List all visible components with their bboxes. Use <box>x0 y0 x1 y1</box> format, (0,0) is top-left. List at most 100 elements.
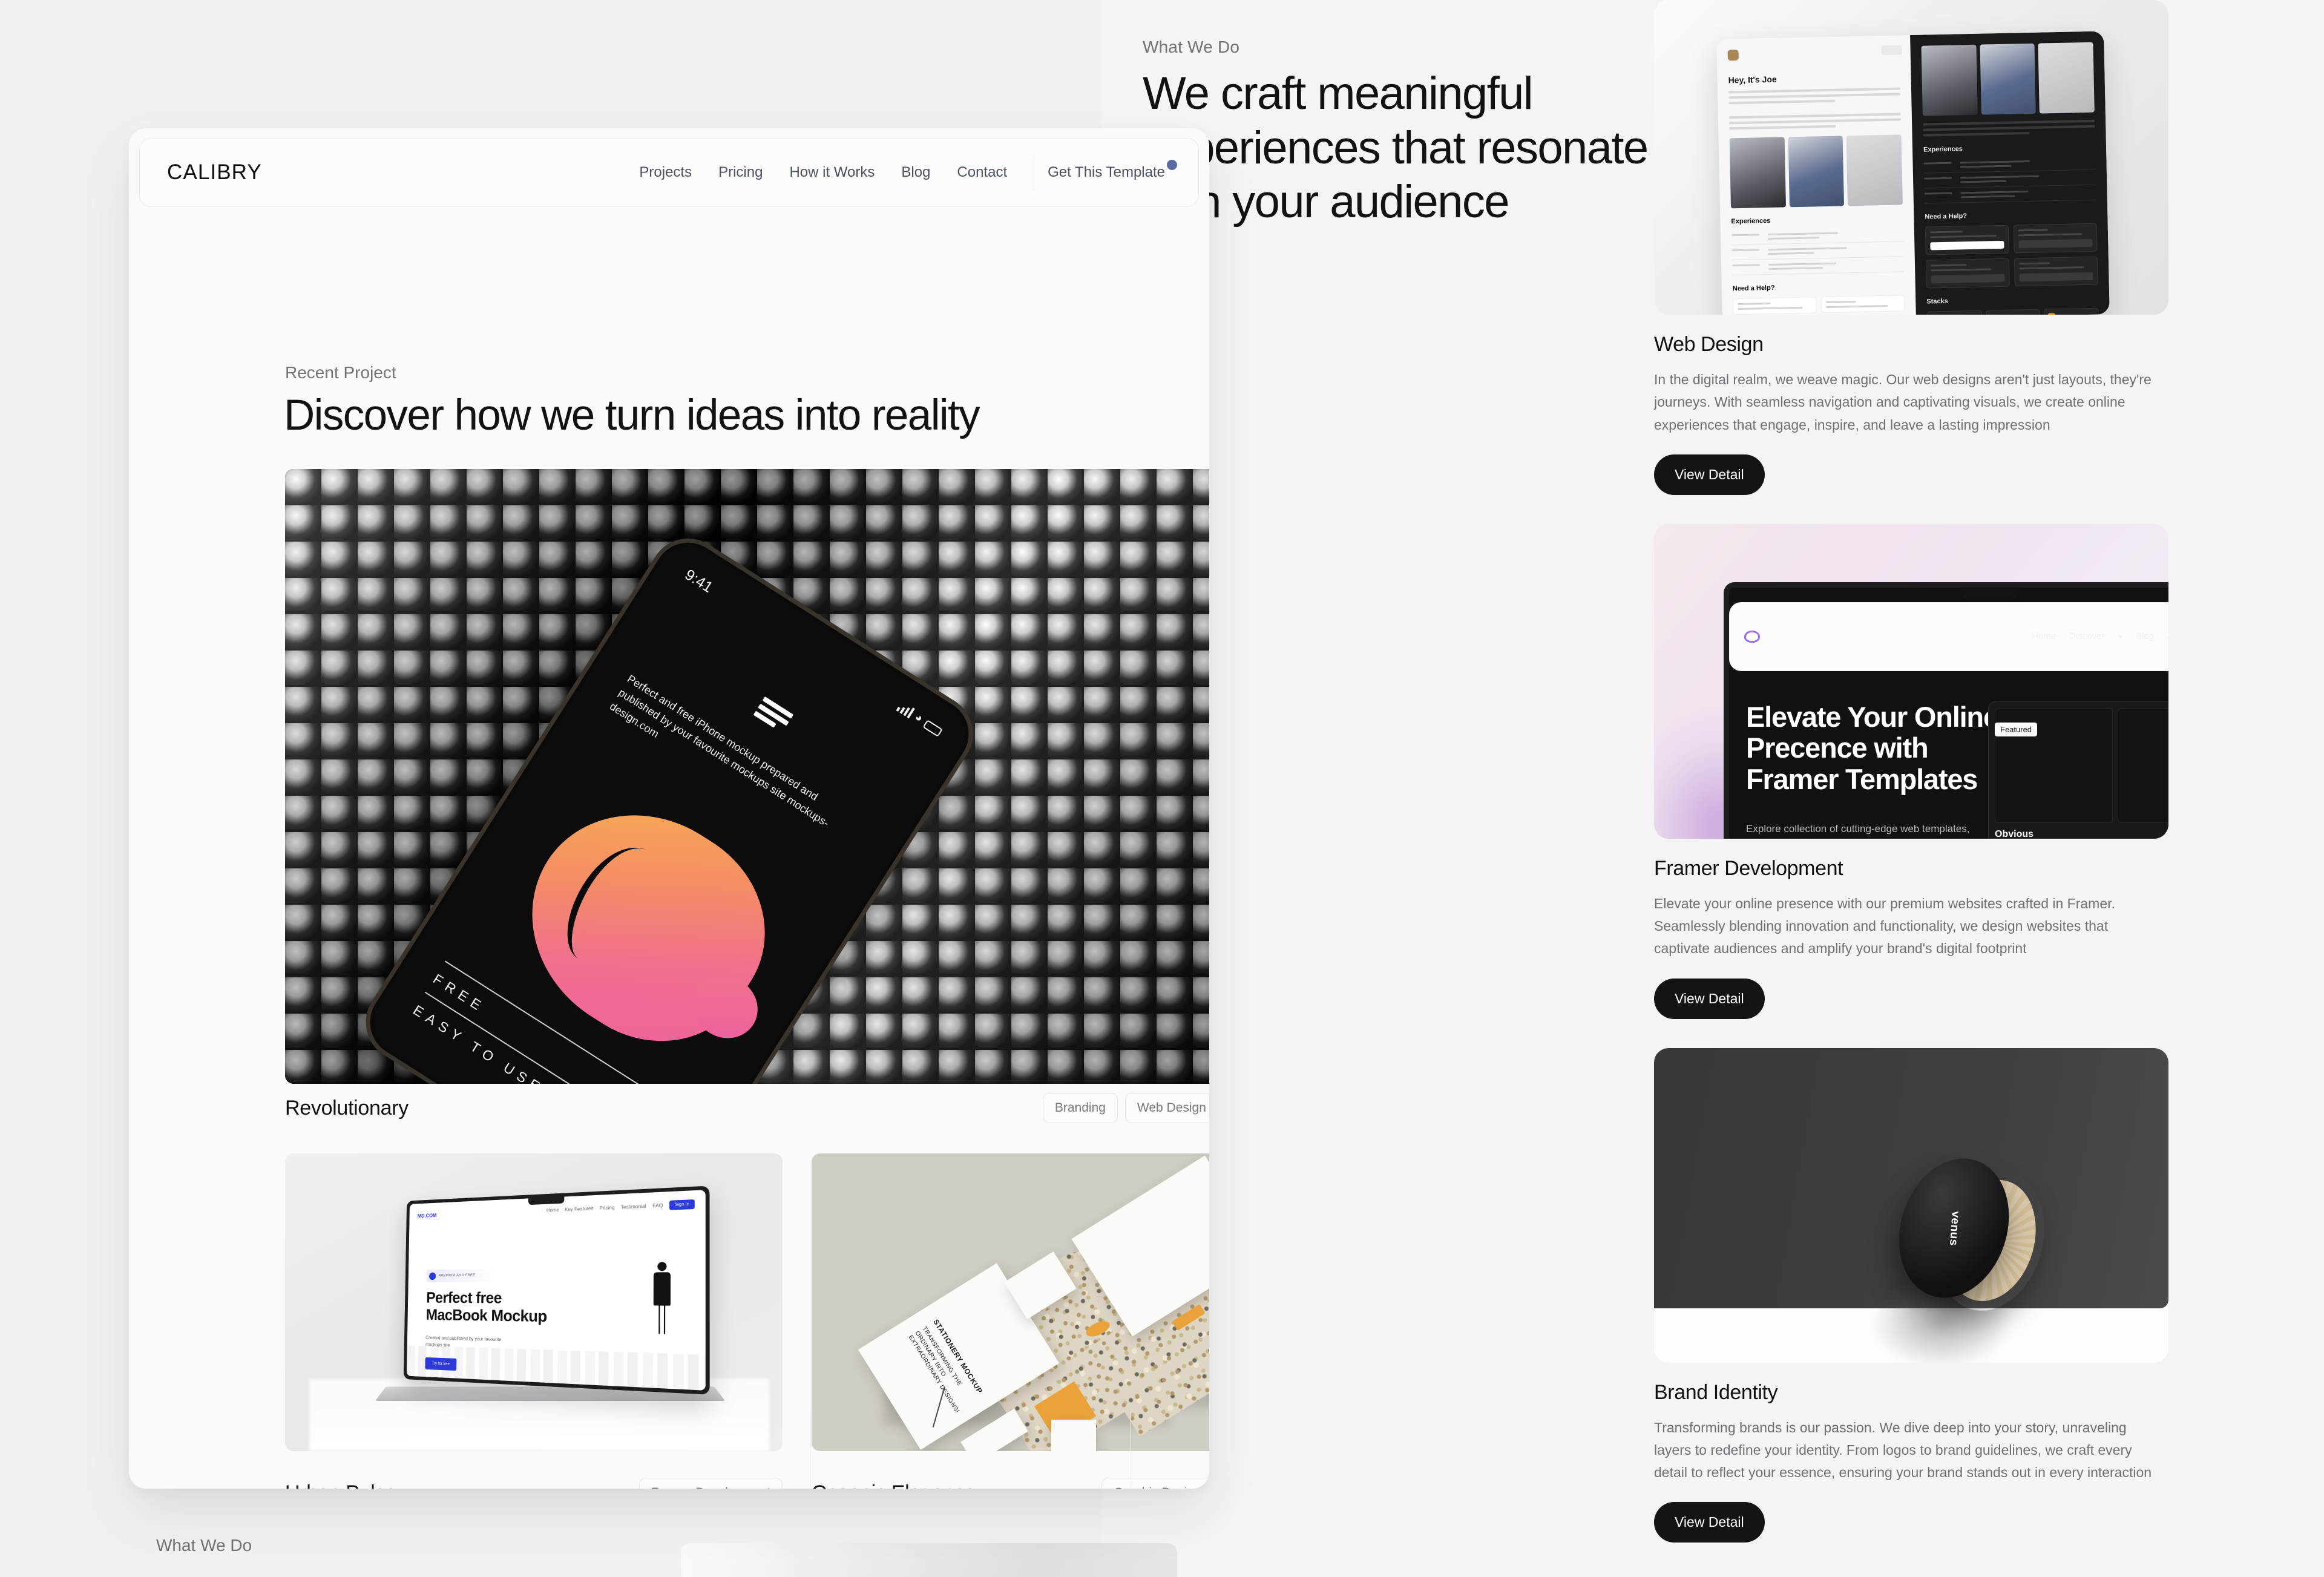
mockup-navbar: Home Discover ▾ Blog About Contact <box>1729 602 2168 671</box>
mockup-nav-blog: Blog <box>2136 631 2155 642</box>
project-card-urban-pulse: MD.COM Home Key Features Pricing Testimo… <box>285 1153 783 1489</box>
view-detail-button-brand-identity[interactable]: View Detail <box>1654 1502 1765 1543</box>
service-description: Transforming brands is our passion. We d… <box>1654 1419 2152 1481</box>
stacks-heading: Stacks <box>1926 297 1948 306</box>
battery-icon <box>922 720 943 737</box>
service-card-framer-development: Home Discover ▾ Blog About Contact Eleva… <box>1654 523 2168 1019</box>
phone-status-icons: ◕ <box>896 701 944 737</box>
mockup-template-card: Featured Obvious Qoim • Personal <box>1988 701 2168 839</box>
badge-label: PREMIUM AND FREE <box>438 1274 476 1278</box>
project-title: Oceanic Elegance <box>812 1481 976 1489</box>
web-design-preview-image: Hey, It's Joe Experiences Need a Help? E… <box>1654 0 2168 315</box>
template-card-title: Obvious <box>1995 828 2034 839</box>
oceanic-elegance-image[interactable]: STATIONERY MOCKUP TRANSFORMING THE ORDIN… <box>812 1153 1209 1451</box>
service-description: In the digital realm, we weave magic. Ou… <box>1654 372 2152 433</box>
urban-pulse-image[interactable]: MD.COM Home Key Features Pricing Testimo… <box>285 1153 783 1451</box>
mockup-subtext: Created and published by your favourite … <box>425 1335 502 1348</box>
project-title: Urban Pulse <box>285 1481 396 1489</box>
project-card-oceanic-elegance: STATIONERY MOCKUP TRANSFORMING THE ORDIN… <box>812 1153 1209 1489</box>
what-we-do-eyebrow: What We Do <box>1143 38 1240 56</box>
macbook-lid: MD.COM Home Key Features Pricing Testimo… <box>403 1185 710 1395</box>
site-navbar: CALIBRY Projects Pricing How it Works Bl… <box>139 138 1199 207</box>
mockup-nav-discover: Discover <box>2069 631 2105 642</box>
signal-icon <box>896 701 915 719</box>
mockup-nav-about: About <box>2167 631 2168 641</box>
need-help-heading-dark: Need a Help? <box>1925 212 1968 221</box>
avatar <box>1727 49 1739 61</box>
badge-icon <box>429 1272 436 1280</box>
nav-link-pricing[interactable]: Pricing <box>705 164 776 181</box>
hero-project-image[interactable]: 9:41 ◕ Perfect and free iPhone mockup pr… <box>285 469 1209 1084</box>
get-this-template-label: Get This Template <box>1048 164 1165 180</box>
photo-row <box>1729 134 1903 209</box>
phone-status-time: 9:41 <box>681 566 716 597</box>
service-title: Brand Identity <box>1654 1380 1778 1404</box>
services-column: Hey, It's Joe Experiences Need a Help? E… <box>1654 0 2168 1572</box>
bottom-preview-image <box>681 1543 1177 1577</box>
service-card-web-design: Hey, It's Joe Experiences Need a Help? E… <box>1654 0 2168 495</box>
project-tags: Framer Development <box>638 1478 783 1489</box>
view-detail-button-framer-development[interactable]: View Detail <box>1654 978 1765 1019</box>
need-help-heading: Need a Help? <box>1732 284 1775 293</box>
laptop-notch <box>1961 587 2019 598</box>
macbook-screen: MD.COM Home Key Features Pricing Testimo… <box>406 1190 706 1391</box>
tag-graphic-design[interactable]: Graphic Design <box>1101 1478 1209 1489</box>
featured-badge: Featured <box>1995 722 2038 736</box>
page-title: Discover how we turn ideas into reality <box>284 392 980 439</box>
recent-project-eyebrow: Recent Project <box>285 363 396 382</box>
menu-button[interactable] <box>1881 45 1902 56</box>
framer-logo-icon <box>1744 630 1760 643</box>
wifi-icon: ◕ <box>912 710 925 726</box>
nav-link-contact[interactable]: Contact <box>944 164 1020 181</box>
service-title: Framer Development <box>1654 856 1843 880</box>
hero-project-title: Revolutionary <box>285 1096 409 1120</box>
project-meta: Urban Pulse Framer Development <box>285 1478 783 1489</box>
screen-notch <box>528 1196 565 1205</box>
mockup-nav-testimonial: Testimonial <box>620 1203 646 1210</box>
phone-app-logo-icon <box>751 696 794 736</box>
view-detail-button-web-design[interactable]: View Detail <box>1654 454 1765 495</box>
experiences-heading-dark: Experiences <box>1923 145 1963 154</box>
service-card-brand-identity: venus Brand Identity Transforming brands… <box>1654 1048 2168 1543</box>
mockup-dark-pane: Experiences Need a Help? Stacks <box>1910 31 2110 315</box>
status-dot-icon <box>1167 160 1177 170</box>
framer-development-preview-image: Home Discover ▾ Blog About Contact Eleva… <box>1654 523 2168 839</box>
nav-link-how-it-works[interactable]: How it Works <box>776 164 888 181</box>
mockup-subtext: Explore collection of cutting-edge web t… <box>1746 822 1970 834</box>
mockup-light-pane: Hey, It's Joe Experiences Need a Help? <box>1716 35 1916 315</box>
bottom-what-we-do-eyebrow: What We Do <box>156 1536 252 1555</box>
hero-project-tags: Branding Web Design Packaging <box>1042 1093 1209 1123</box>
nav-link-projects[interactable]: Projects <box>626 164 705 181</box>
nav-link-blog[interactable]: Blog <box>888 164 944 181</box>
hero-project-meta: Revolutionary Branding Web Design Packag… <box>285 1093 1209 1123</box>
project-meta: Oceanic Elegance Graphic Design Print Me… <box>812 1478 1209 1489</box>
mockup-headline: Perfect free MacBook Mockup <box>425 1289 547 1326</box>
mockup-signin-button: Sign In <box>669 1199 695 1210</box>
mockup-nav-home: Home <box>546 1207 559 1213</box>
mockup-title: Hey, It's Joe <box>1728 74 1777 85</box>
product-wordmark: venus <box>1946 1210 1962 1246</box>
tag-framer-development[interactable]: Framer Development <box>638 1478 783 1489</box>
experiences-heading: Experiences <box>1731 217 1771 226</box>
mockup-nav-pricing: Pricing <box>599 1204 615 1211</box>
mockup-nav-key-features: Key Features <box>565 1205 594 1213</box>
nav-links: Projects Pricing How it Works Blog Conta… <box>626 156 1177 189</box>
dual-screenshot-mockup: Hey, It's Joe Experiences Need a Help? E… <box>1716 31 2110 315</box>
stationery-box <box>1051 1420 1096 1451</box>
service-description: Elevate your online presence with our pr… <box>1654 895 2115 957</box>
chevron-down-icon: ▾ <box>2118 631 2123 642</box>
tag-web-design[interactable]: Web Design <box>1124 1093 1209 1123</box>
mockup-cta-button: Try for free <box>425 1357 457 1371</box>
mockup-badge: PREMIUM AND FREE <box>426 1268 497 1282</box>
laptop-screen-mockup: Home Discover ▾ Blog About Contact Eleva… <box>1724 582 2168 839</box>
brand-logo[interactable]: CALIBRY <box>167 160 262 185</box>
tag-branding[interactable]: Branding <box>1042 1093 1118 1123</box>
get-this-template-link[interactable]: Get This Template <box>1048 160 1177 181</box>
project-tags: Graphic Design Print Media <box>1101 1478 1209 1489</box>
recent-project-overlay-card: CALIBRY Projects Pricing How it Works Bl… <box>129 128 1209 1489</box>
project-grid: MD.COM Home Key Features Pricing Testimo… <box>285 1153 1209 1489</box>
service-title: Web Design <box>1654 333 1764 356</box>
mockup-nav-faq: FAQ <box>652 1202 663 1209</box>
mockup-headline: Elevate Your Online Precence with Framer… <box>1746 700 1999 796</box>
column-divider-left <box>810 1411 811 1489</box>
